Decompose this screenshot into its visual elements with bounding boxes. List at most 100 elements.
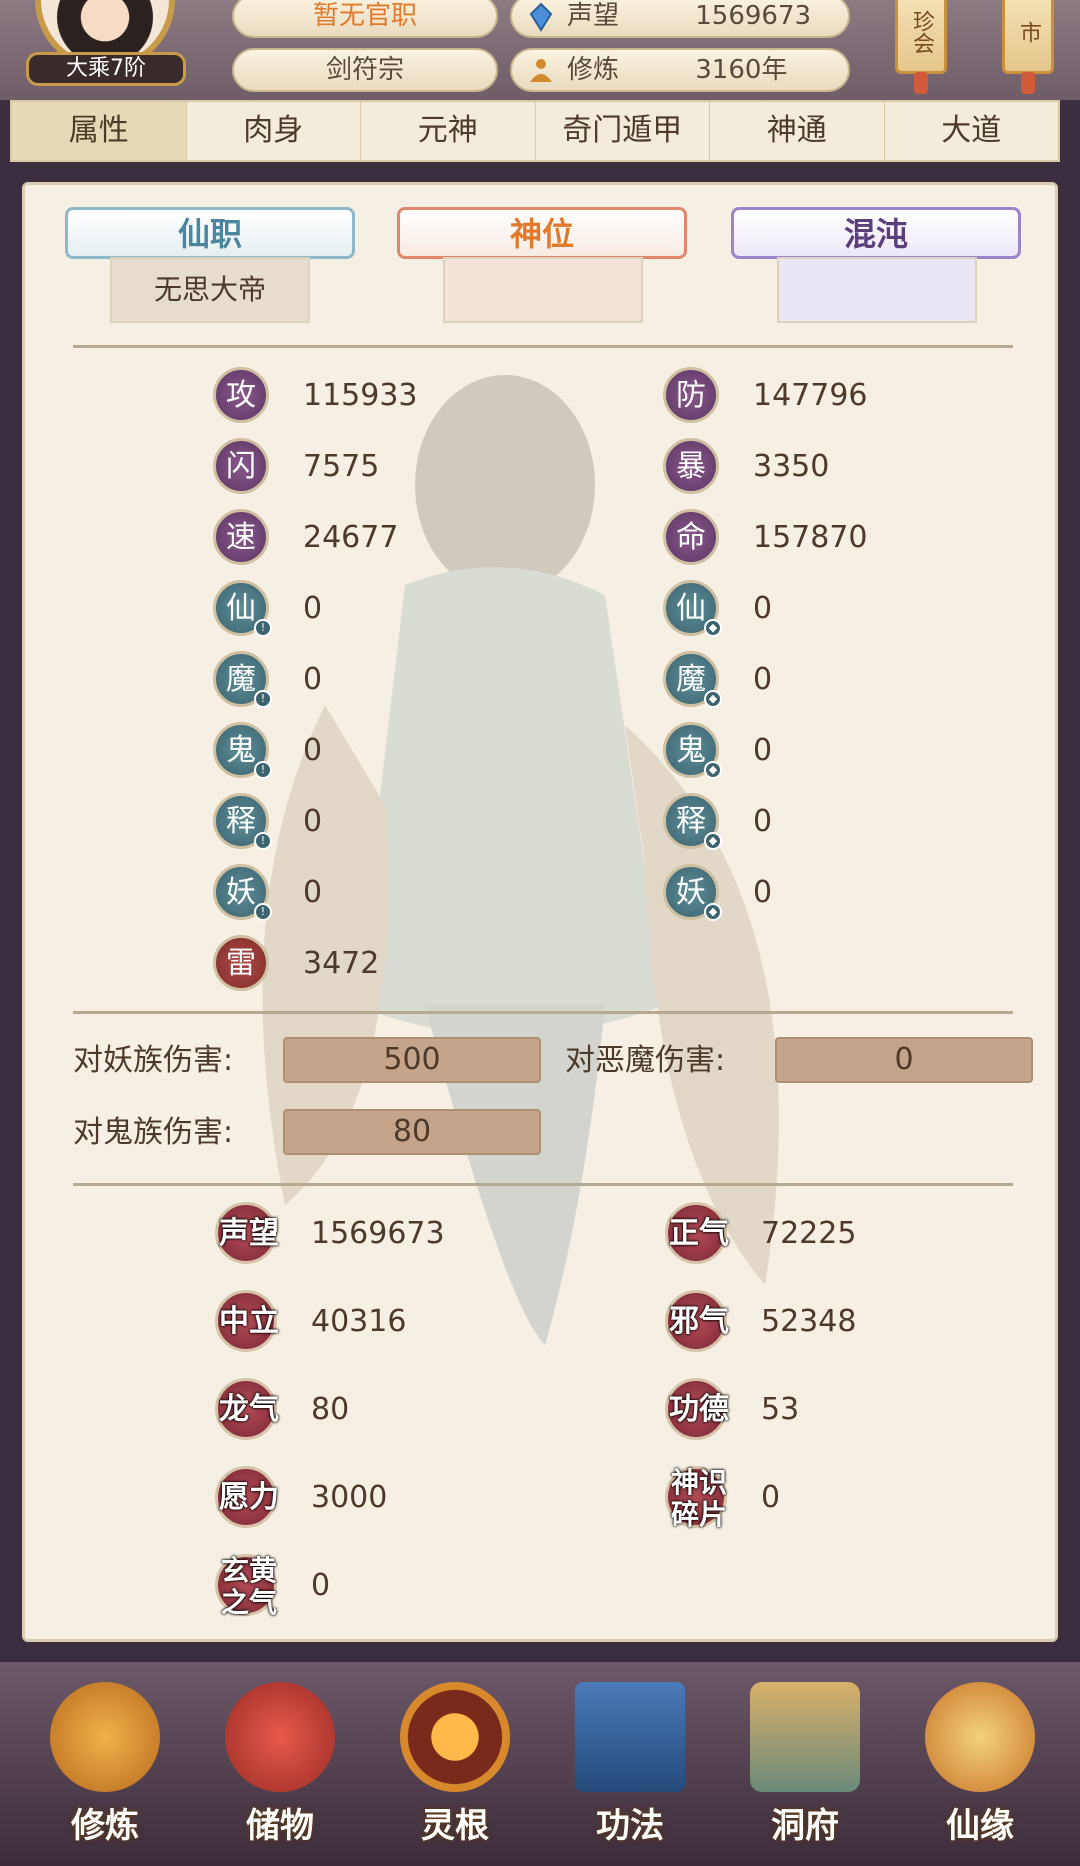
health-value: 157870 (753, 519, 868, 555)
attack-badge-icon: ! (254, 761, 272, 779)
righteous-qi-value: 72225 (761, 1215, 857, 1251)
nav-cultivate[interactable]: 修炼 (30, 1682, 180, 1852)
soul-fragment-icon: 神识碎片 (665, 1466, 727, 1531)
speed-value: 24677 (303, 519, 399, 555)
tab-divine-power[interactable]: 神通 (710, 102, 885, 160)
soul-fragment-label: 神识碎片 (670, 1466, 727, 1531)
nav-techniques[interactable]: 功法 (555, 1682, 705, 1852)
evil-qi-value: 52348 (761, 1303, 857, 1339)
attr-monster-attack[interactable]: 妖! 0 (213, 862, 322, 922)
res-dragon-qi[interactable]: 龙气 80 (215, 1377, 349, 1441)
nav-storage[interactable]: 储物 (205, 1682, 355, 1852)
attack-badge-icon: ! (254, 832, 272, 850)
immortal-post-header[interactable]: 仙职 (65, 207, 355, 259)
immortal-post-value: 无思大帝 (110, 257, 310, 323)
res-soul-fragment[interactable]: 神识碎片 0 (665, 1465, 781, 1531)
merit-label: 功德 (669, 1392, 729, 1427)
neutral-label: 中立 (219, 1304, 279, 1339)
attr-defense[interactable]: 防 147796 (663, 365, 868, 425)
nav-cave-abode[interactable]: 洞府 (730, 1682, 880, 1852)
treasure-hall-tag[interactable]: 珍会 (895, 0, 947, 74)
merit-icon: 功德 (665, 1378, 729, 1440)
icon-glyph: 魔 (676, 662, 706, 697)
divine-position-value (443, 257, 643, 323)
reputation-value: 1569673 (311, 1215, 445, 1251)
top-bar: 大乘7阶 暂无官职 剑符宗 声望 1569673 修炼 3160年 珍会 市 (0, 0, 1080, 100)
demon-defense-value: 0 (753, 661, 773, 697)
res-evil-qi[interactable]: 邪气 52348 (665, 1289, 856, 1353)
market-tag[interactable]: 市 (1002, 0, 1054, 74)
soul-fragment-value: 0 (761, 1479, 781, 1515)
attr-buddha-defense[interactable]: 释 ◆ 0 (663, 791, 772, 851)
res-reputation[interactable]: 声望 1569673 (215, 1201, 445, 1265)
attr-immortal-defense[interactable]: 仙 ◆ 0 (663, 578, 772, 638)
nav-storage-label: 储物 (246, 1806, 314, 1846)
vs-ghost-label: 对鬼族伤害: (73, 1115, 234, 1150)
demon-defense-icon: 魔 ◆ (663, 651, 722, 708)
divider (73, 1011, 1013, 1014)
res-merit[interactable]: 功德 53 (665, 1377, 799, 1441)
attr-critical[interactable]: 暴 3350 (663, 436, 829, 496)
player-avatar-frame[interactable]: 大乘7阶 (20, 0, 190, 90)
bottom-nav: 修炼 储物 灵根 功法 洞府 仙缘 (0, 1662, 1080, 1866)
vs-evil-demon-value: 0 (775, 1037, 1033, 1083)
attr-health[interactable]: 命 157870 (663, 507, 868, 567)
attr-demon-attack[interactable]: 魔! 0 (213, 649, 322, 709)
attack-badge-icon: ! (254, 690, 272, 708)
res-righteous-qi[interactable]: 正气 72225 (665, 1201, 856, 1265)
vs-demon-race-value: 500 (283, 1037, 541, 1083)
cultivation-label: 修炼 (567, 55, 620, 85)
buddha-defense-value: 0 (753, 803, 773, 839)
tassel (1021, 72, 1035, 94)
attr-buddha-attack[interactable]: 释! 0 (213, 791, 322, 851)
sect-pill[interactable]: 剑符宗 (232, 48, 498, 92)
ghost-defense-icon: 鬼 ◆ (663, 722, 722, 779)
attr-demon-defense[interactable]: 魔 ◆ 0 (663, 649, 772, 709)
reputation-value: 1569673 (695, 1, 812, 31)
monster-defense-icon: 妖 ◆ (663, 864, 722, 921)
reputation-label: 声望 (219, 1216, 279, 1251)
attr-ghost-defense[interactable]: 鬼 ◆ 0 (663, 720, 772, 780)
attr-monster-defense[interactable]: 妖 ◆ 0 (663, 862, 772, 922)
res-neutral[interactable]: 中立 40316 (215, 1289, 406, 1353)
tab-great-dao[interactable]: 大道 (885, 102, 1059, 160)
icon-glyph: 仙 (226, 591, 256, 626)
evade-icon: 闪 (213, 438, 269, 494)
chaos-header[interactable]: 混沌 (731, 207, 1021, 259)
shield-badge-icon: ◆ (704, 903, 722, 921)
icon-glyph: 妖 (676, 875, 706, 910)
shield-badge-icon: ◆ (704, 619, 722, 637)
ghost-attack-value: 0 (303, 732, 323, 768)
tab-attributes[interactable]: 属性 (12, 102, 187, 160)
attr-speed[interactable]: 速 24677 (213, 507, 398, 567)
attr-immortal-attack[interactable]: 仙! 0 (213, 578, 322, 638)
tab-body[interactable]: 肉身 (187, 102, 361, 160)
tab-qimen[interactable]: 奇门遁甲 (536, 102, 710, 160)
res-xuanhuang-qi[interactable]: 玄黄之气 0 (215, 1553, 330, 1619)
icon-glyph: 释 (676, 804, 706, 839)
tab-spirit[interactable]: 元神 (361, 102, 536, 160)
attack-badge-icon: ! (254, 903, 272, 921)
divider (73, 345, 1013, 348)
attack-value: 115933 (303, 377, 418, 413)
attr-attack[interactable]: 攻 115933 (213, 365, 418, 425)
attr-evade[interactable]: 闪 7575 (213, 436, 379, 496)
reputation-icon: 声望 (215, 1202, 279, 1264)
attributes-panel: 仙职 神位 混沌 无思大帝 攻 115933 闪 7575 速 24677 仙!… (22, 182, 1058, 1642)
icon-glyph: 妖 (226, 875, 256, 910)
buddha-defense-icon: 释 ◆ (663, 793, 722, 850)
icon-glyph: 鬼 (226, 733, 256, 768)
buddha-attack-icon: 释! (213, 793, 272, 850)
nav-spirit-root[interactable]: 灵根 (380, 1682, 530, 1852)
official-title-pill[interactable]: 暂无官职 (232, 0, 498, 38)
res-vow-power[interactable]: 愿力 3000 (215, 1465, 387, 1529)
pavilion-icon (750, 1682, 860, 1792)
attr-thunder[interactable]: 雷 3472 (213, 933, 379, 993)
attack-badge-icon: ! (254, 619, 272, 637)
nav-immortal-fate[interactable]: 仙缘 (905, 1682, 1055, 1852)
divine-position-header[interactable]: 神位 (397, 207, 687, 259)
treasure-bag-icon (225, 1682, 335, 1792)
attr-ghost-attack[interactable]: 鬼! 0 (213, 720, 322, 780)
xuanhuang-qi-label: 玄黄之气 (220, 1554, 277, 1619)
critical-icon: 暴 (663, 438, 719, 494)
